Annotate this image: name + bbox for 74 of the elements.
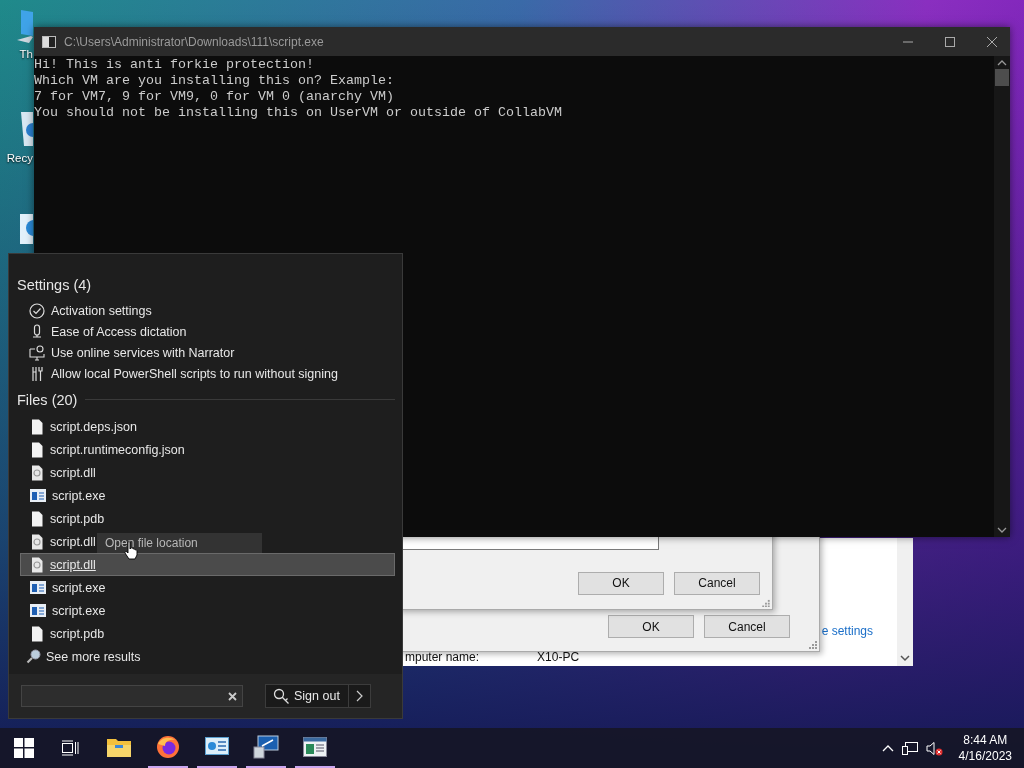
- settings-result[interactable]: Allow local PowerShell scripts to run without signing: [17, 363, 395, 384]
- search-icon: [26, 649, 41, 664]
- file-result[interactable]: script.exe: [20, 599, 109, 622]
- console-output-line: You should not be installing this on UserVM or outside of CollabVM: [34, 105, 563, 121]
- task-view-icon[interactable]: [61, 740, 79, 756]
- scrollbar-thumb[interactable]: [995, 69, 1009, 86]
- app-icon[interactable]: [19, 213, 33, 245]
- window-title: C:\Users\Administrator\Downloads\111\script.exe: [64, 34, 325, 49]
- file-result[interactable]: script.exe: [20, 576, 109, 599]
- computer-icon: [253, 735, 279, 759]
- monitor-icon[interactable]: [17, 8, 33, 44]
- gear-document-icon: [30, 556, 44, 573]
- document-icon: [30, 625, 44, 642]
- section-heading: Files (20): [17, 391, 78, 408]
- window-app-icon: [30, 581, 46, 594]
- console-output-line: Which VM are you installing this on? Example:: [34, 73, 395, 89]
- close-icon[interactable]: [228, 691, 237, 701]
- document-icon: [30, 441, 44, 458]
- control-panel-icon: [205, 737, 229, 757]
- power-options-button[interactable]: [348, 684, 371, 708]
- window-app-icon: [303, 737, 327, 757]
- desktop-icon-label[interactable]: Recy: [6, 152, 33, 164]
- file-result[interactable]: script.exe: [20, 484, 109, 507]
- dialog-button[interactable]: Cancel: [674, 571, 760, 595]
- chevron-right-icon: [355, 690, 363, 702]
- window-app-icon: [30, 489, 46, 502]
- window-app-icon: [30, 604, 46, 617]
- computer-name-value: X10-PC: [537, 650, 580, 666]
- sign-out-button[interactable]: Sign out: [265, 684, 349, 708]
- console-app-icon: [42, 35, 56, 48]
- file-result[interactable]: script.dll: [20, 553, 395, 576]
- search-field[interactable]: [21, 685, 243, 707]
- see-more-results-link[interactable]: See more results: [17, 649, 395, 664]
- windows-logo-icon[interactable]: [14, 738, 34, 758]
- scrollbar[interactable]: [897, 538, 913, 666]
- section-heading: Settings (4): [17, 275, 93, 295]
- computer-name-label: mputer name:: [405, 650, 480, 666]
- resize-grip-icon[interactable]: [761, 598, 770, 607]
- file-result[interactable]: script.pdb: [20, 622, 108, 645]
- gear-document-icon: [30, 464, 44, 481]
- settings-result[interactable]: Activation settings: [17, 300, 395, 321]
- document-icon: [30, 510, 44, 527]
- file-result[interactable]: script.deps.json: [20, 415, 140, 438]
- file-result[interactable]: script.runtimeconfig.json: [20, 438, 188, 461]
- clock[interactable]: 8:44 AM 4/16/2023: [952, 732, 1018, 764]
- file-result[interactable]: script.dll: [20, 461, 99, 484]
- check-circle-icon: [29, 302, 45, 319]
- maximize-icon[interactable]: [944, 35, 956, 48]
- dialog-button[interactable]: Cancel: [704, 615, 790, 638]
- chevron-down-icon[interactable]: [900, 655, 910, 662]
- tools-icon: [29, 365, 45, 382]
- scrollbar[interactable]: [994, 56, 1010, 537]
- console-output-line: Hi! This is anti forkie protection!: [34, 57, 315, 73]
- file-result[interactable]: script.dll: [20, 530, 99, 553]
- folder-icon: [107, 737, 131, 757]
- fox-globe-icon: [156, 735, 180, 759]
- settings-result[interactable]: Ease of Access dictation: [17, 321, 395, 342]
- document-icon: [30, 418, 44, 435]
- console-output-line: 7 for VM7, 9 for VM9, 0 for VM 0 (anarchy VM): [34, 89, 395, 105]
- file-result[interactable]: script.pdb: [20, 507, 108, 530]
- settings-result[interactable]: Use online services with Narrator: [17, 342, 395, 363]
- gear-document-icon: [30, 533, 44, 550]
- dialog-button[interactable]: OK: [578, 571, 664, 595]
- speaker-muted-icon[interactable]: [925, 740, 943, 756]
- close-icon[interactable]: [986, 35, 998, 48]
- key-icon: [273, 687, 290, 705]
- desktop-icon-label[interactable]: Th: [19, 48, 33, 60]
- dialog-button[interactable]: OK: [608, 615, 694, 638]
- chevron-down-icon[interactable]: [997, 527, 1007, 534]
- chevron-up-icon[interactable]: [997, 59, 1007, 66]
- resize-grip-icon[interactable]: [808, 640, 817, 649]
- network-icon[interactable]: [901, 740, 918, 756]
- settings-link[interactable]: e settings: [821, 624, 873, 638]
- monitor-speech-icon: [29, 344, 45, 361]
